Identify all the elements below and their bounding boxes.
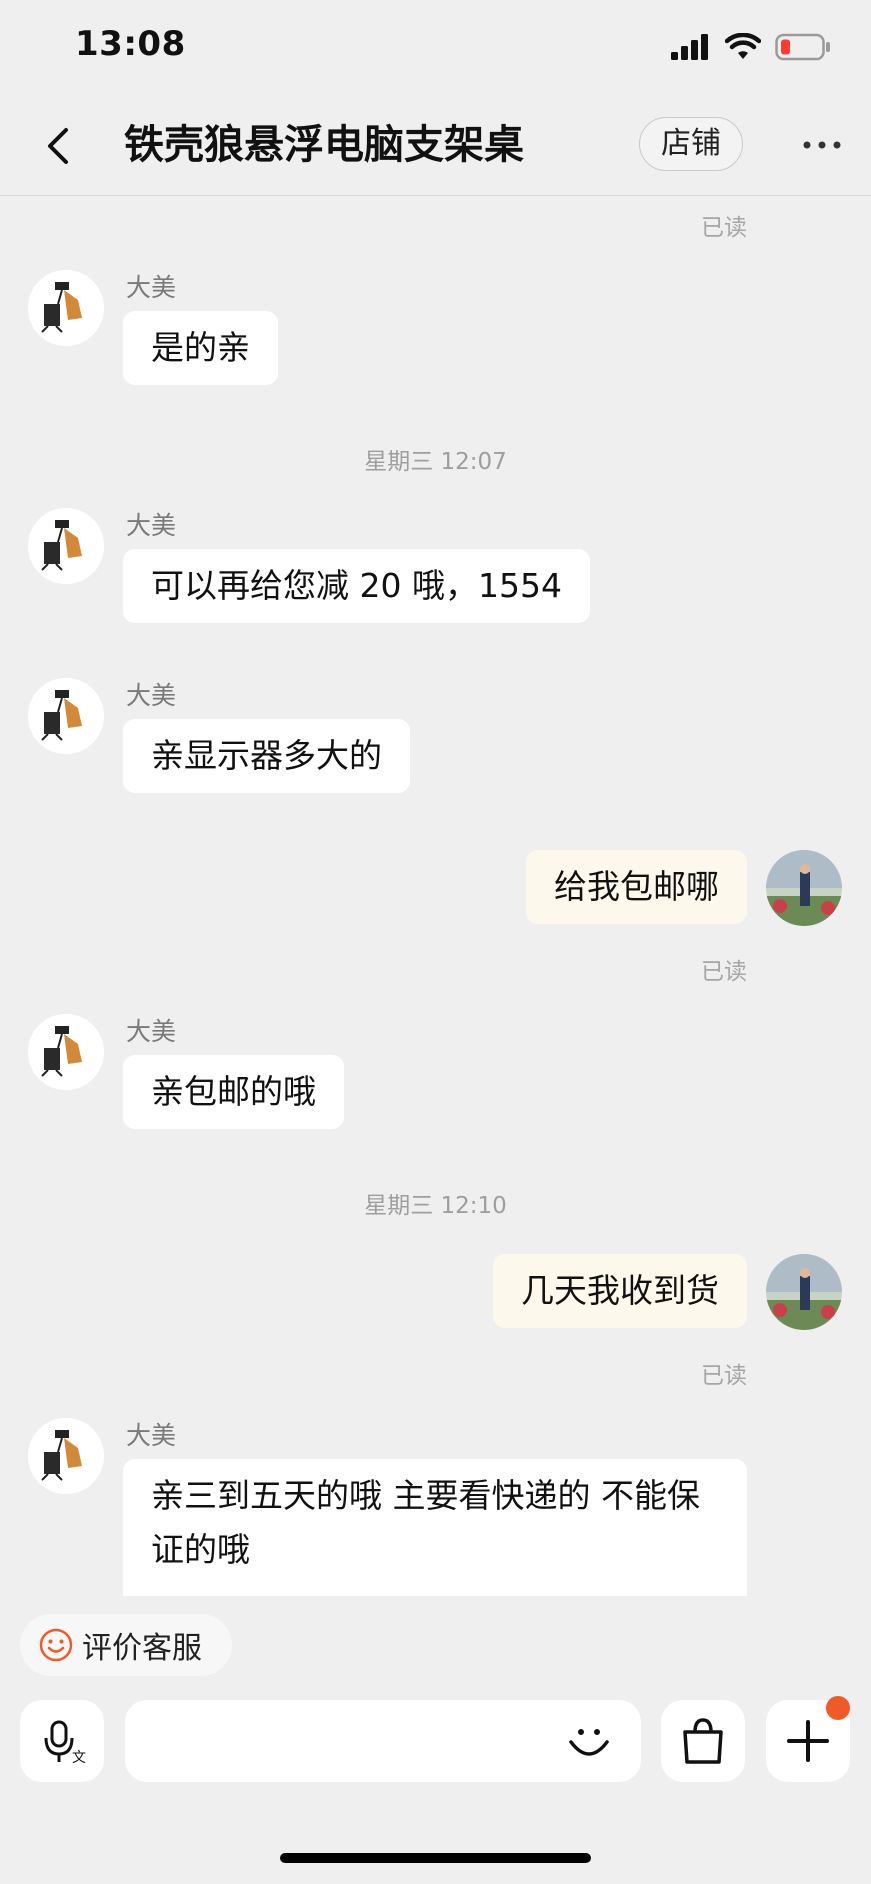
message-input[interactable] xyxy=(125,1700,641,1782)
notification-dot xyxy=(826,1696,850,1720)
home-indicator[interactable] xyxy=(280,1853,591,1863)
timestamp: 星期三 12:10 xyxy=(364,1193,507,1219)
avatar-seller[interactable] xyxy=(28,508,104,584)
signal-icon xyxy=(671,34,708,60)
sender-name: 大美 xyxy=(126,273,177,302)
avatar-seller[interactable] xyxy=(28,1418,104,1494)
avatar-me[interactable] xyxy=(766,850,842,926)
user-avatar-image xyxy=(766,1254,842,1330)
input-bar: 文 xyxy=(0,1690,871,1800)
seller-avatar-image xyxy=(28,270,104,346)
seller-avatar-image xyxy=(28,1418,104,1494)
message-bubble[interactable]: 亲显示器多大的 xyxy=(123,719,410,793)
chat-message-list[interactable]: 已读 大美 是的亲 星期三 12:07 大美 可以再给您减 20 哦，1554 xyxy=(0,196,871,1596)
my-message-bubble[interactable]: 给我包邮哪 xyxy=(526,850,747,924)
battery-icon xyxy=(775,33,830,61)
seller-avatar-image xyxy=(28,678,104,754)
svg-text:文: 文 xyxy=(72,1750,86,1766)
message-bubble[interactable]: 是的亲 xyxy=(123,311,278,385)
read-receipt: 已读 xyxy=(701,1363,747,1389)
message-bubble[interactable]: 亲包邮的哦 xyxy=(123,1055,344,1129)
sender-name: 大美 xyxy=(126,1421,177,1450)
more-button[interactable] xyxy=(801,130,843,160)
status-time: 13:08 xyxy=(75,24,186,64)
more-actions-button[interactable] xyxy=(766,1696,850,1782)
evaluate-service-label: 评价客服 xyxy=(82,1631,202,1666)
avatar-seller[interactable] xyxy=(28,1014,104,1090)
more-dots-icon xyxy=(803,141,841,149)
avatar-seller[interactable] xyxy=(28,678,104,754)
sender-name: 大美 xyxy=(126,681,177,710)
nav-bar: 铁壳狼悬浮电脑支架桌 店铺 xyxy=(0,100,871,196)
message-bubble[interactable]: 可以再给您减 20 哦，1554 xyxy=(123,549,590,623)
message-bubble[interactable]: 亲三到五天的哦 主要看快递的 不能保证的哦 xyxy=(123,1459,747,1596)
avatar-seller[interactable] xyxy=(28,270,104,346)
sender-name: 大美 xyxy=(126,511,177,540)
page-title: 铁壳狼悬浮电脑支架桌 xyxy=(124,122,524,168)
product-bag-button[interactable] xyxy=(661,1700,745,1782)
back-button[interactable] xyxy=(38,124,82,168)
status-icons xyxy=(671,30,831,64)
avatar-me[interactable] xyxy=(766,1254,842,1330)
status-bar: 13:08 xyxy=(0,0,871,100)
wifi-icon xyxy=(725,33,761,59)
seller-avatar-image xyxy=(28,1014,104,1090)
shopping-bag-icon xyxy=(683,1718,723,1764)
microphone-translate-icon: 文 xyxy=(44,1720,86,1766)
voice-button[interactable]: 文 xyxy=(20,1700,104,1782)
shop-button[interactable]: 店铺 xyxy=(639,117,743,171)
chevron-left-icon xyxy=(48,128,68,164)
smiley-icon xyxy=(39,1628,73,1662)
read-receipt: 已读 xyxy=(701,215,747,241)
my-message-bubble[interactable]: 几天我收到货 xyxy=(493,1254,747,1328)
emoji-icon[interactable] xyxy=(565,1718,613,1766)
evaluate-service-button[interactable]: 评价客服 xyxy=(20,1614,232,1676)
sender-name: 大美 xyxy=(126,1017,177,1046)
seller-avatar-image xyxy=(28,508,104,584)
timestamp: 星期三 12:07 xyxy=(364,449,507,475)
user-avatar-image xyxy=(766,850,842,926)
read-receipt: 已读 xyxy=(701,959,747,985)
